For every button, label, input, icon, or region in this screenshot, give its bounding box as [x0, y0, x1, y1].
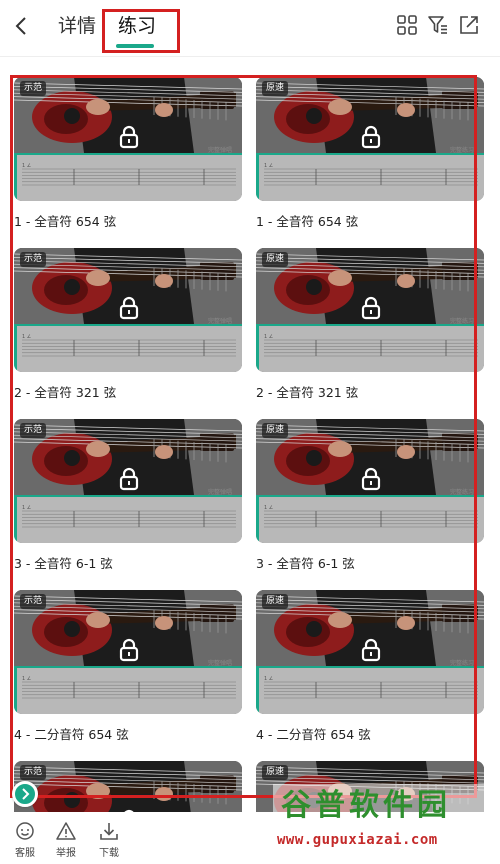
watermark-url: www.gupuxiazai.com	[277, 832, 438, 848]
filter-icon[interactable]	[427, 14, 449, 36]
practice-card[interactable]: 1 ∠ 示范完整弹唱 3 - 全音符 6-1 弦	[14, 419, 242, 573]
share-icon[interactable]	[458, 14, 480, 36]
report-button[interactable]: 举报	[46, 820, 86, 859]
download-icon	[100, 823, 118, 840]
video-badge: 原速	[262, 81, 289, 96]
tab-highlight-box	[102, 9, 180, 53]
tab-sheet-preview: 1 ∠	[14, 153, 242, 201]
video-badge: 原速	[262, 594, 289, 609]
tab-sheet-preview: 1 ∠	[14, 324, 242, 372]
video-badge: 原速	[262, 423, 289, 438]
practice-title: 3 - 全音符 6-1 弦	[256, 556, 355, 571]
practice-card[interactable]: 1 ∠ 原速完整练习 2 - 全音符 321 弦	[256, 248, 484, 402]
watermark-title: 谷普软件园	[281, 788, 451, 823]
video-badge: 示范	[20, 594, 47, 609]
practice-thumbnail[interactable]: 1 ∠ 示范完整弹唱	[14, 248, 242, 372]
svg-text:1 ∠: 1 ∠	[22, 676, 31, 682]
lock-icon	[119, 467, 139, 491]
practice-title: 1 - 全音符 654 弦	[14, 214, 117, 229]
floating-action-button[interactable]	[12, 781, 38, 807]
lock-icon	[361, 638, 381, 662]
sheet-caption: 完整练习	[449, 318, 474, 325]
tab-detail[interactable]: 详情	[58, 14, 96, 38]
practice-thumbnail[interactable]: 1 ∠ 原速完整练习	[256, 77, 484, 201]
sheet-caption: 完整练习	[449, 660, 474, 667]
tab-sheet-preview: 1 ∠	[256, 666, 484, 714]
practice-title: 3 - 全音符 6-1 弦	[14, 556, 113, 571]
practice-title: 2 - 全音符 321 弦	[14, 385, 117, 400]
watermark: 谷普软件园 www.gupuxiazai.com	[273, 784, 500, 864]
svg-text:1 ∠: 1 ∠	[22, 334, 31, 340]
svg-text:1 ∠: 1 ∠	[264, 505, 273, 511]
sheet-caption: 完整练习	[449, 489, 474, 496]
chevron-right-icon	[22, 788, 30, 800]
video-badge: 原速	[262, 765, 289, 780]
service-button[interactable]: 客服	[5, 820, 45, 859]
practice-title: 4 - 二分音符 654 弦	[256, 727, 371, 742]
progress-edge	[256, 666, 259, 714]
practice-grid: 1 ∠ 示范 完整弹唱 1 - 全音符 654 弦1 ∠ 原速 完整练习 1 - 全音符 6…	[0, 60, 500, 820]
progress-edge	[14, 666, 17, 714]
warning-icon	[56, 822, 76, 840]
tab-sheet-preview: 1 ∠	[14, 495, 242, 543]
practice-thumbnail[interactable]: 1 ∠ 原速完整练习	[256, 248, 484, 372]
service-label: 客服	[15, 848, 35, 859]
practice-title: 2 - 全音符 321 弦	[256, 385, 359, 400]
lock-icon	[119, 125, 139, 149]
progress-edge	[14, 495, 17, 543]
video-badge: 示范	[20, 81, 47, 96]
report-label: 举报	[56, 848, 76, 859]
sheet-caption: 完整练习	[449, 147, 474, 154]
progress-edge	[14, 153, 17, 201]
sheet-caption: 完整弹唱	[207, 489, 232, 496]
video-badge: 示范	[20, 252, 47, 267]
customer-service-icon	[16, 822, 34, 840]
lock-icon	[361, 125, 381, 149]
svg-text:1 ∠: 1 ∠	[22, 163, 31, 169]
svg-text:1 ∠: 1 ∠	[22, 505, 31, 511]
tab-sheet-preview: 1 ∠	[256, 324, 484, 372]
practice-card[interactable]: 1 ∠ 示范完整弹唱 1 - 全音符 654 弦	[14, 77, 242, 231]
practice-thumbnail[interactable]: 1 ∠ 示范完整弹唱	[14, 419, 242, 543]
practice-card[interactable]: 1 ∠ 示范完整弹唱 2 - 全音符 321 弦	[14, 248, 242, 402]
practice-title: 4 - 二分音符 654 弦	[14, 727, 129, 742]
tab-sheet-preview: 1 ∠	[14, 666, 242, 714]
practice-thumbnail[interactable]: 1 ∠ 示范完整弹唱	[14, 590, 242, 714]
lock-icon	[361, 467, 381, 491]
video-badge: 示范	[20, 423, 47, 438]
back-icon[interactable]	[10, 14, 34, 38]
tab-sheet-preview: 1 ∠	[256, 153, 484, 201]
progress-edge	[14, 324, 17, 372]
practice-card[interactable]: 1 ∠ 示范完整弹唱 4 - 二分音符 654 弦	[14, 590, 242, 744]
grid-view-icon[interactable]	[396, 14, 418, 36]
video-badge: 示范	[20, 765, 47, 780]
svg-text:1 ∠: 1 ∠	[264, 676, 273, 682]
tab-sheet-preview: 1 ∠	[256, 495, 484, 543]
practice-thumbnail[interactable]: 1 ∠ 示范完整弹唱	[14, 77, 242, 201]
lock-icon	[361, 296, 381, 320]
video-badge: 原速	[262, 252, 289, 267]
practice-thumbnail[interactable]: 1 ∠ 原速完整练习	[256, 590, 484, 714]
sheet-caption: 完整弹唱	[207, 660, 232, 667]
header-divider	[0, 56, 500, 57]
progress-edge	[256, 495, 259, 543]
practice-card[interactable]: 1 ∠ 原速完整练习 3 - 全音符 6-1 弦	[256, 419, 484, 573]
download-button[interactable]: 下载	[89, 820, 129, 859]
practice-title: 1 - 全音符 654 弦	[256, 214, 359, 229]
sheet-caption: 完整弹唱	[207, 318, 232, 325]
lock-icon	[119, 296, 139, 320]
practice-card[interactable]: 1 ∠ 原速完整练习 1 - 全音符 654 弦	[256, 77, 484, 231]
download-label: 下载	[99, 848, 119, 859]
progress-edge	[256, 324, 259, 372]
svg-text:1 ∠: 1 ∠	[264, 163, 273, 169]
practice-card[interactable]: 1 ∠ 原速完整练习 4 - 二分音符 654 弦	[256, 590, 484, 744]
progress-edge	[256, 153, 259, 201]
lock-icon	[119, 638, 139, 662]
practice-thumbnail[interactable]: 1 ∠ 原速完整练习	[256, 419, 484, 543]
svg-text:1 ∠: 1 ∠	[264, 334, 273, 340]
sheet-caption: 完整弹唱	[207, 147, 232, 154]
top-bar: 详情 练习	[0, 0, 500, 56]
